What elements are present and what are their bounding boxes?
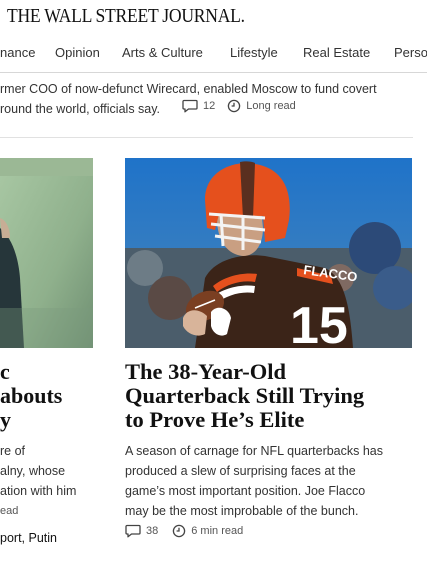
headline-line: to Prove He’s Elite bbox=[125, 407, 305, 432]
summary-line: ation with him bbox=[0, 484, 77, 498]
summary-line: alny, whose bbox=[0, 464, 66, 478]
nav-item-arts-culture[interactable]: Arts & Culture bbox=[122, 45, 203, 60]
nav-item-finance[interactable]: nance bbox=[0, 45, 35, 60]
headline-line: y bbox=[0, 407, 11, 432]
comment-bubble-icon[interactable] bbox=[125, 524, 141, 538]
jersey-number: 15 bbox=[290, 297, 348, 348]
nav-item-real-estate[interactable]: Real Estate bbox=[303, 45, 370, 60]
headline-line: Quarterback Still Trying bbox=[125, 383, 365, 408]
nav-item-opinion[interactable]: Opinion bbox=[55, 45, 100, 60]
nav-item-personal[interactable]: Perso bbox=[394, 45, 427, 60]
right-article-image[interactable]: 15 FLACCO bbox=[125, 158, 412, 348]
tag-link[interactable]: Putin bbox=[29, 531, 58, 545]
wsj-logo[interactable]: THE WALL STREET JOURNAL. bbox=[7, 5, 245, 28]
right-article-summary: A season of carnage for NFL quarterbacks… bbox=[125, 441, 412, 521]
read-time: ead bbox=[0, 505, 19, 517]
comment-bubble-icon[interactable] bbox=[182, 99, 198, 113]
tag-separator: , bbox=[21, 531, 29, 545]
left-article-summary: re of alny, whose ation with him ead bbox=[0, 441, 93, 521]
summary-line: produced a slew of surprising faces at t… bbox=[125, 464, 356, 478]
section-nav: nance Opinion Arts & Culture Lifestyle R… bbox=[0, 36, 427, 73]
top-story-meta: 12 Long read bbox=[182, 99, 296, 113]
masthead: THE WALL STREET JOURNAL. bbox=[0, 0, 427, 36]
headline-line: c bbox=[0, 360, 10, 384]
summary-line: round the world, officials say. bbox=[0, 102, 161, 116]
summary-line: re of bbox=[0, 444, 26, 458]
read-time: 6 min read bbox=[191, 525, 244, 537]
right-article-headline[interactable]: The 38-Year-Old Quarterback Still Trying… bbox=[125, 360, 412, 432]
section-divider bbox=[0, 137, 413, 138]
headline-line: abouts bbox=[0, 383, 63, 408]
right-article-meta: 38 6 min read bbox=[125, 524, 243, 538]
headline-line: The 38-Year-Old bbox=[125, 359, 287, 384]
tag-link[interactable]: port bbox=[0, 531, 22, 545]
summary-line: game’s most important position. Joe Flac… bbox=[125, 484, 366, 498]
clock-icon bbox=[227, 99, 241, 113]
left-article-headline[interactable]: c abouts y bbox=[0, 360, 93, 432]
left-article-image[interactable] bbox=[0, 158, 93, 348]
comment-count[interactable]: 38 bbox=[146, 525, 158, 537]
clock-icon bbox=[172, 524, 186, 538]
comment-count[interactable]: 12 bbox=[203, 100, 215, 112]
read-time: Long read bbox=[246, 100, 296, 112]
nav-item-lifestyle[interactable]: Lifestyle bbox=[230, 45, 278, 60]
left-article-tags: port, Putin bbox=[0, 531, 57, 545]
summary-line: may be the most improbable of the bunch. bbox=[125, 504, 359, 518]
summary-line: rmer COO of now-defunct Wirecard, enable… bbox=[0, 82, 377, 96]
summary-line: A season of carnage for NFL quarterbacks… bbox=[125, 444, 384, 458]
